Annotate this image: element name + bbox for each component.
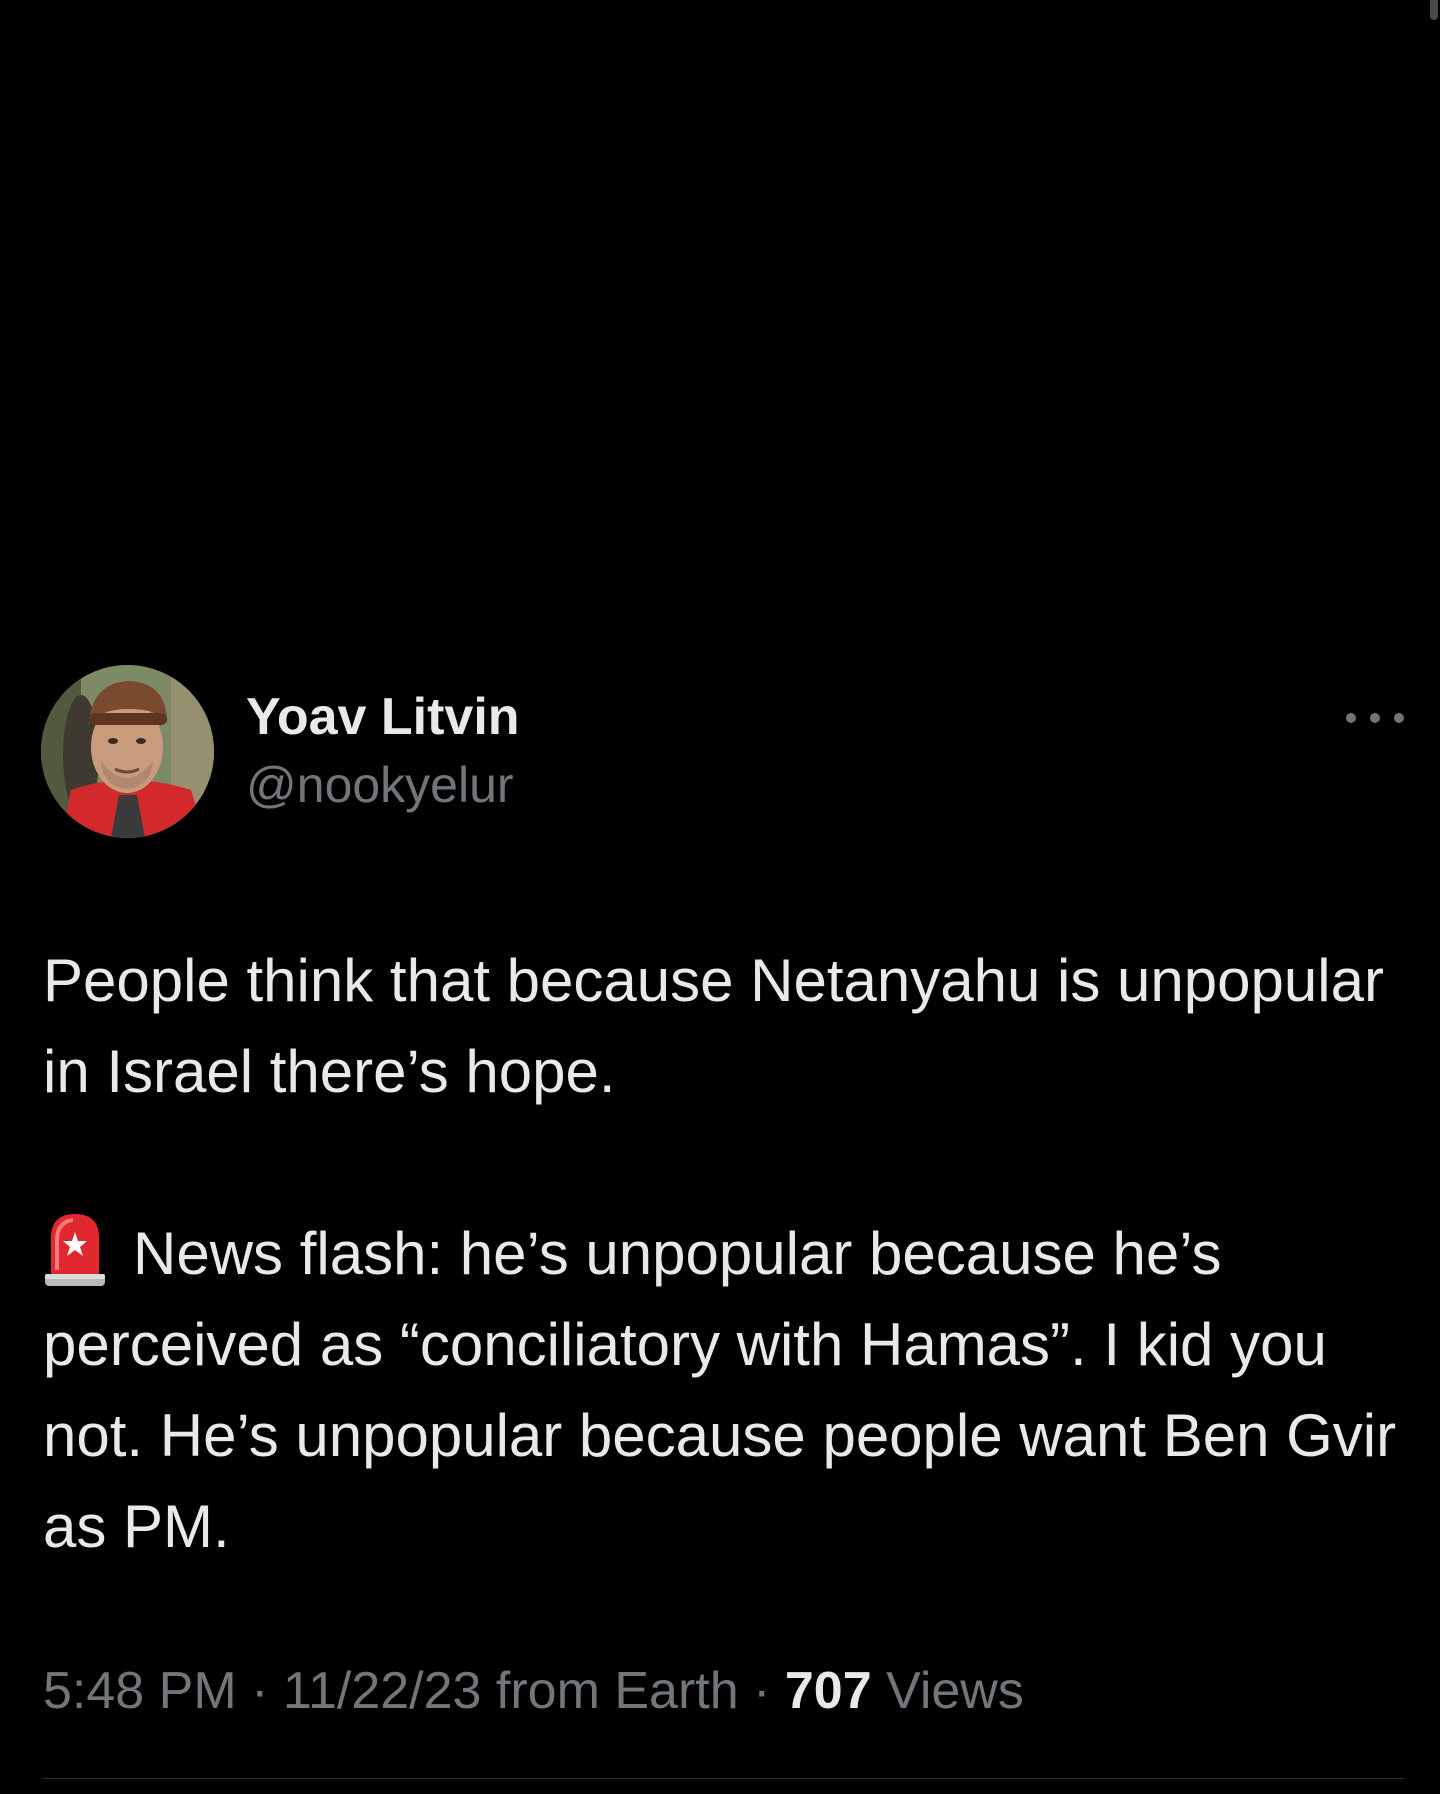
tweet-paragraph: People think that because Netanyahu is u…	[43, 947, 1384, 1105]
ellipsis-icon	[1346, 713, 1356, 723]
tweet-text: People think that because Netanyahu is u…	[43, 935, 1413, 1572]
tweet-source: from Earth	[495, 1662, 739, 1720]
tweet-time[interactable]: 5:48 PM	[43, 1662, 237, 1720]
more-options-button[interactable]	[1346, 700, 1404, 736]
ellipsis-icon-dot	[1394, 713, 1404, 723]
tweet-author: Yoav Litvin @nookyelur	[246, 686, 520, 816]
meta-separator: ·	[251, 1662, 269, 1720]
tweet-date[interactable]: 11/22/23	[283, 1662, 482, 1720]
divider	[43, 1778, 1404, 1779]
tweet-paragraph-text: News flash: he’s unpopular because he’s …	[43, 1220, 1397, 1560]
author-handle[interactable]: @nookyelur	[246, 754, 520, 816]
tweet-metadata: 5:48 PM · 11/22/23 from Earth · 707 View…	[43, 1660, 1024, 1722]
avatar-photo	[41, 665, 214, 838]
views-label: Views	[886, 1662, 1024, 1720]
ellipsis-icon-dot	[1370, 713, 1380, 723]
scrollbar-thumb[interactable]	[1430, 0, 1438, 20]
avatar[interactable]	[41, 665, 214, 838]
meta-separator: ·	[753, 1662, 771, 1720]
police-car-light-icon	[43, 1210, 107, 1288]
author-display-name[interactable]: Yoav Litvin	[246, 686, 520, 748]
tweet-paragraph: News flash: he’s unpopular because he’s …	[43, 1208, 1413, 1572]
views-count[interactable]: 707	[785, 1662, 872, 1720]
